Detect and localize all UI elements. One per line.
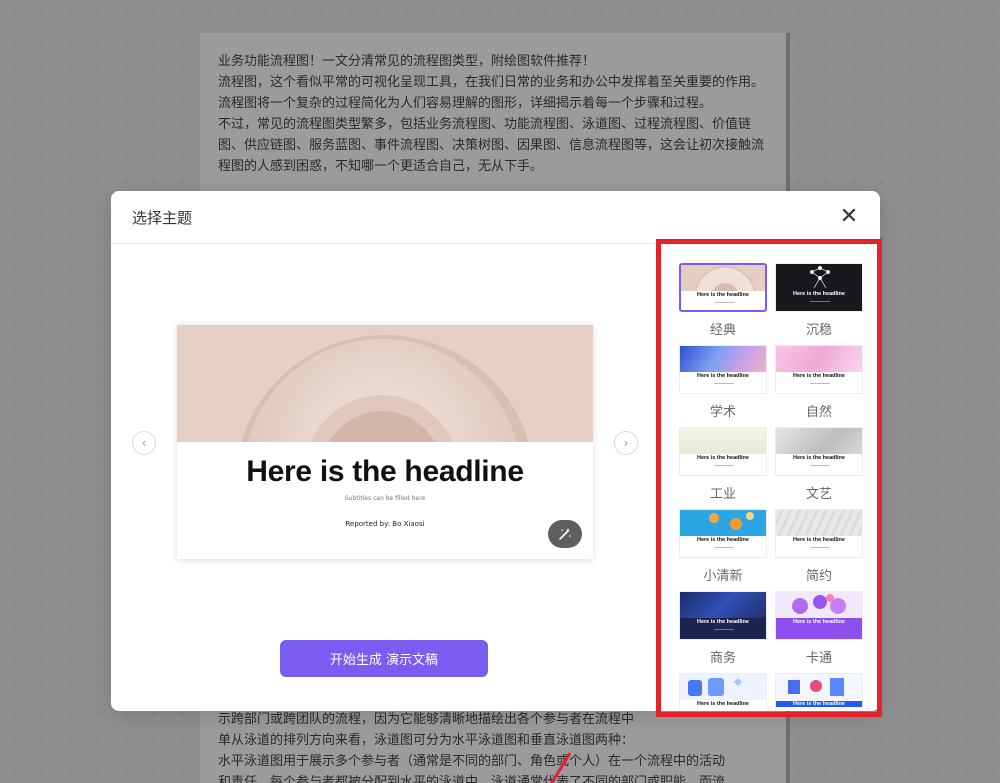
doc-line: 水平泳道图用于展示多个参与者（通常是不同的部门、角色或个人）在一个流程中的活动: [218, 754, 726, 769]
theme-thumbnail: Here is the headline: [775, 263, 863, 312]
doc-line: 示跨部门或跨团队的流程，因为它能够清晰地描绘出各个参与者在流程中: [218, 712, 635, 727]
theme-cartoon[interactable]: Here is the headline 卡通: [775, 591, 863, 666]
doc-line: 和责任。每个参与者都被分配到水平的泳道中，泳道通常代表了不同的部门或职能，而流: [218, 775, 726, 783]
theme-thumbnail: Here is the headline: [775, 345, 863, 394]
theme-label: 学术: [709, 405, 736, 420]
slide-preview-area: ‹ › Here is the headline Subtitles can b…: [111, 245, 657, 711]
theme-thumbnail: Here is the headline: [679, 427, 767, 476]
theme-label: 商务: [709, 651, 736, 666]
red-arrow-annotation: [550, 752, 572, 783]
theme-steady[interactable]: Here is the headline 沉稳: [775, 263, 863, 338]
theme-list-panel: Here is the headline 经典 Here is the head…: [657, 245, 880, 711]
slide-reporter: Reported by: Bo Xiaosi: [345, 520, 425, 528]
theme-extra-1[interactable]: Here is the headline: [679, 673, 767, 711]
slide-headline: Here is the headline: [246, 455, 524, 488]
doc-paragraph-title: 业务功能流程图！一文分清常见的流程图类型，附绘图软件推荐！: [218, 54, 596, 69]
theme-thumbnail: Here is the headline: [775, 427, 863, 476]
slide-cover-image: [177, 325, 593, 442]
theme-thumbnail: Here is the headline: [679, 673, 767, 711]
theme-literary[interactable]: Here is the headline 文艺: [775, 427, 863, 502]
theme-label: 自然: [805, 405, 832, 420]
theme-nature[interactable]: Here is the headline 自然: [775, 345, 863, 420]
theme-thumbnail: Here is the headline: [679, 591, 767, 640]
doc-paragraph: 流程图，这个看似平常的可视化呈现工具，在我们日常的业务和办公中发挥着至关重要的作…: [218, 75, 765, 111]
theme-extra-2[interactable]: Here is the headline: [775, 673, 863, 711]
theme-label: 小清新: [703, 569, 743, 584]
doc-line: 单从泳道的排列方向来看，泳道图可分为水平泳道图和垂直泳道图两种：: [218, 733, 635, 748]
theme-dialog: 选择主题 ✕ ‹ › Here is the headline Subtitle…: [111, 191, 880, 711]
theme-label: 文艺: [805, 487, 832, 502]
chevron-right-icon[interactable]: ›: [614, 431, 638, 455]
theme-thumbnail: Here is the headline: [679, 345, 767, 394]
theme-thumbnail: Here is the headline: [775, 591, 863, 640]
theme-thumbnail: Here is the headline: [679, 263, 767, 312]
theme-label: 简约: [805, 569, 832, 584]
slide-subtitle: Subtitles can be filled here: [344, 495, 426, 502]
theme-thumbnail: Here is the headline: [679, 509, 767, 558]
theme-industrial[interactable]: Here is the headline 工业: [679, 427, 767, 502]
document-bottom-text: 示跨部门或跨团队的流程，因为它能够清晰地描绘出各个参与者在流程中 单从泳道的排列…: [218, 709, 778, 783]
theme-thumbnail: Here is the headline: [775, 673, 863, 711]
theme-label: 沉稳: [805, 323, 832, 338]
theme-label: 卡通: [805, 651, 832, 666]
magic-wand-icon[interactable]: [548, 520, 582, 548]
theme-label: 经典: [709, 323, 736, 338]
theme-classic[interactable]: Here is the headline 经典: [679, 263, 767, 338]
theme-business[interactable]: Here is the headline 商务: [679, 591, 767, 666]
close-icon[interactable]: ✕: [838, 206, 860, 228]
theme-fresh[interactable]: Here is the headline 小清新: [679, 509, 767, 584]
theme-label: 工业: [709, 487, 736, 502]
theme-thumbnail: Here is the headline: [775, 509, 863, 558]
dialog-title: 选择主题: [132, 208, 193, 227]
theme-academic[interactable]: Here is the headline 学术: [679, 345, 767, 420]
slide-preview: Here is the headline Subtitles can be fi…: [177, 325, 593, 559]
chevron-left-icon[interactable]: ‹: [132, 431, 156, 455]
doc-paragraph: 不过，常见的流程图类型繁多，包括业务流程图、功能流程图、泳道图、过程流程图、价值…: [218, 117, 765, 174]
theme-minimal[interactable]: Here is the headline 简约: [775, 509, 863, 584]
dialog-header: 选择主题 ✕: [111, 191, 880, 244]
generate-presentation-button[interactable]: 开始生成 演示文稿: [280, 640, 488, 677]
